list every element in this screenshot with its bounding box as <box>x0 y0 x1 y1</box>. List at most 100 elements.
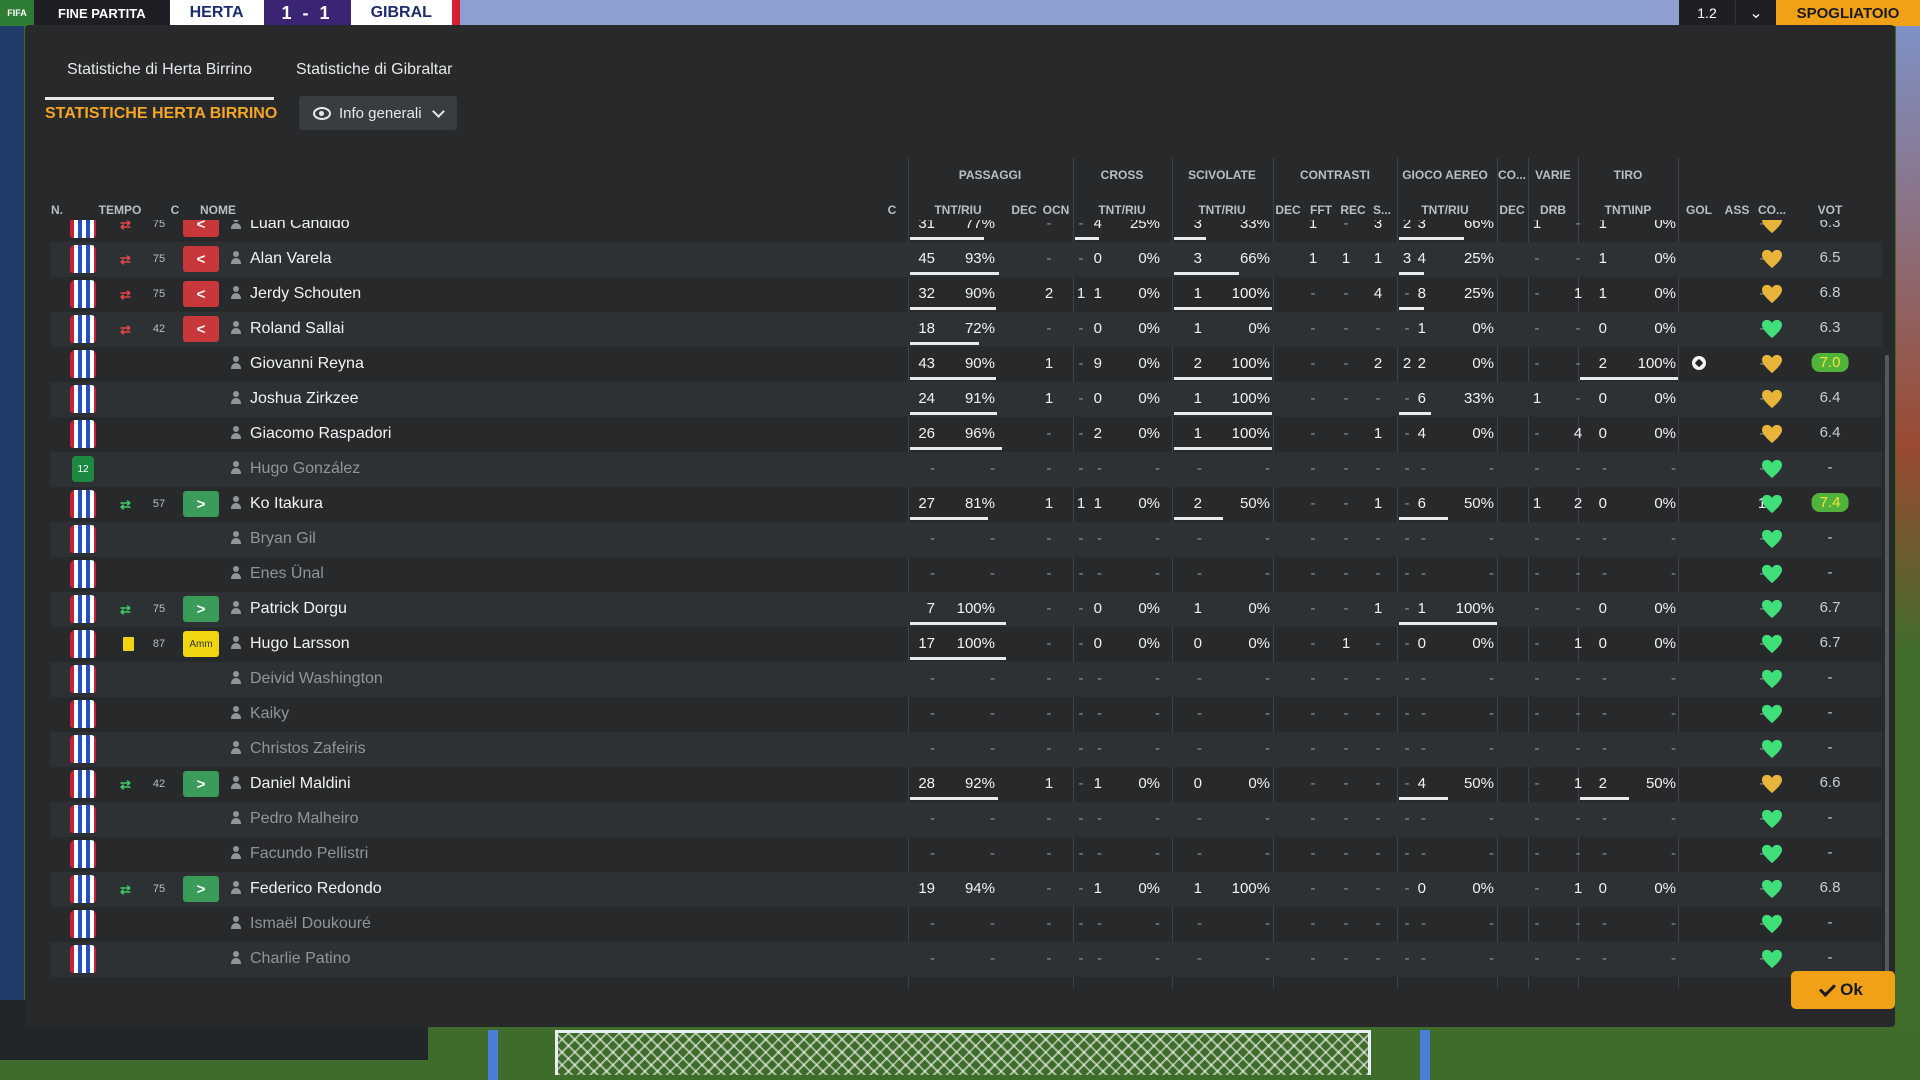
player-name[interactable]: Kaiky <box>250 705 289 723</box>
header-condition[interactable]: CO... <box>1758 203 1786 217</box>
table-row[interactable]: Facundo Pellistri - - - - - - - - - - - - - - - - - - - - <box>50 837 1882 872</box>
player-name[interactable]: Facundo Pellistri <box>250 845 368 863</box>
player-name[interactable]: Ismaël Doukouré <box>250 915 371 933</box>
header-vot[interactable]: VOT <box>1818 203 1843 217</box>
header-cross-tnt[interactable]: TNT/RIU <box>1098 203 1145 217</box>
subbed-off-badge[interactable]: < <box>183 281 219 307</box>
header-pass-dec[interactable]: DEC <box>1011 203 1036 217</box>
header-con-dec[interactable]: DEC <box>1275 203 1300 217</box>
header-tempo[interactable]: TEMPO <box>99 203 142 217</box>
stat-st: 1 <box>1193 285 1202 302</box>
header-c2[interactable]: C <box>888 203 897 217</box>
table-row[interactable]: ⇄ 75 < Jerdy Schouten 32 90% 2 1 1 0% 1 100% - -4-8 25… <box>50 277 1882 312</box>
player-name[interactable]: Roland Sallai <box>250 320 344 338</box>
player-name[interactable]: Daniel Maldini <box>250 775 351 793</box>
player-name[interactable]: Deivid Washington <box>250 670 383 688</box>
header-con-rec[interactable]: REC <box>1340 203 1365 217</box>
header-pass-tnt[interactable]: TNT/RIU <box>934 203 981 217</box>
header-c[interactable]: C <box>171 203 180 217</box>
player-name[interactable]: Alan Varela <box>250 250 332 268</box>
stat-k3: 1 <box>1373 495 1383 512</box>
stat-k4: - <box>1404 425 1410 442</box>
player-name[interactable]: Giovanni Reyna <box>250 355 364 373</box>
table-row[interactable]: Ismaël Doukouré - - - - - - - - - - - - - - - - - - - - <box>50 907 1882 942</box>
table-row[interactable]: ⇄ 42 < Roland Sallai 18 72% - -0 0% 1 0% - - - -1 0% - -0… <box>50 312 1882 347</box>
player-rating: - <box>1827 809 1833 826</box>
stat-cp: - <box>1155 950 1160 967</box>
header-ass[interactable]: ASS <box>1725 203 1750 217</box>
player-icon <box>230 566 242 580</box>
dressing-room-button[interactable]: SPOGLIATOIO <box>1776 0 1920 26</box>
stat-tp: - <box>1671 705 1676 722</box>
header-co-dec[interactable]: DEC <box>1499 203 1524 217</box>
team-shirt-icon <box>70 665 96 693</box>
table-row[interactable]: ⇄ 75 > Federico Redondo 19 94% - -1 0% 1 100% - - - -0… <box>50 872 1882 907</box>
player-name[interactable]: Charlie Patino <box>250 950 351 968</box>
subbed-off-badge[interactable]: < <box>183 316 219 342</box>
player-name[interactable]: Ko Itakura <box>250 495 323 513</box>
player-name[interactable]: Luan Cândido <box>250 220 350 233</box>
stat-ct: 4 <box>1093 220 1102 232</box>
player-name[interactable]: Hugo Larsson <box>250 635 350 653</box>
subbed-on-badge[interactable]: > <box>183 596 219 622</box>
tackle-success-bar <box>1174 412 1272 415</box>
stat-k1: - <box>1310 425 1316 442</box>
table-row[interactable]: Deivid Washington - - - - - - - - - - - - - - - - - - - - <box>50 662 1882 697</box>
stat-at: 2 <box>1417 355 1426 372</box>
table-row[interactable]: 87 Amm Hugo Larsson 17 100% - -0 0% 0 0% -1- -0 0% -1… <box>50 627 1882 662</box>
stat-sp: - <box>1265 530 1270 547</box>
header-aer-tnt[interactable]: TNT/RIU <box>1421 203 1468 217</box>
player-name[interactable]: Bryan Gil <box>250 530 316 548</box>
subbed-off-badge[interactable]: < <box>183 220 219 237</box>
collapse-button[interactable]: ⌄ <box>1735 0 1776 26</box>
stat-st: 3 <box>1193 250 1202 267</box>
table-row[interactable]: Bryan Gil - - - - - - - - - - - - - - - - - - - - <box>50 522 1882 557</box>
header-var-drb[interactable]: DRB <box>1540 203 1566 217</box>
stat-st: 1 <box>1193 320 1202 337</box>
table-row[interactable]: Christos Zafeiris - - - - - - - - - - - - - - - - - - - - <box>50 732 1882 767</box>
stat-k1: - <box>1310 635 1316 652</box>
header-tiro-tnt[interactable]: TNT\INP <box>1605 203 1652 217</box>
table-row[interactable]: ⇄ 57 > Ko Itakura 27 81% 1 1 1 0% 2 50% - -1-6 50% 1 2 0 0… <box>50 487 1882 522</box>
table-row[interactable]: Kaiky - - - - - - - - - - - - - - - - - - - - <box>50 697 1882 732</box>
table-row[interactable]: ⇄ 42 > Daniel Maldini 28 92% 1-1 0% 0 0% - - - -4 50% -… <box>50 767 1882 802</box>
table-row[interactable]: 12 Hugo González - - - - - - - - - - - - - - - - - - - - <box>50 452 1882 487</box>
subbed-on-badge[interactable]: > <box>183 876 219 902</box>
header-con-fft[interactable]: FFT <box>1310 203 1332 217</box>
header-gol[interactable]: GOL <box>1686 203 1712 217</box>
header-number[interactable]: N. <box>51 203 63 217</box>
ok-button[interactable]: Ok <box>1791 971 1895 1009</box>
booked-badge[interactable]: Amm <box>183 631 219 657</box>
header-pass-ocn[interactable]: OCN <box>1043 203 1070 217</box>
tab-gibraltar-stats[interactable]: Statistiche di Gibraltar <box>274 61 475 97</box>
subbed-on-badge[interactable]: > <box>183 771 219 797</box>
table-row[interactable]: ⇄ 75 > Patrick Dorgu 7 100% - -0 0% 1 0% - -1-1 100% -… <box>50 592 1882 627</box>
header-sciv-tnt[interactable]: TNT/RIU <box>1198 203 1245 217</box>
table-row[interactable]: Giacomo Raspadori 26 96% - -2 0% 1 100% - -1-4 0% -… <box>50 417 1882 452</box>
header-con-s[interactable]: S... <box>1373 203 1391 217</box>
table-row[interactable]: Joshua Zirkzee 24 91% 1-0 0% 1 100% - - - -6 33% 1-0… <box>50 382 1882 417</box>
player-name[interactable]: Enes Ünal <box>250 565 324 583</box>
player-name[interactable]: Hugo González <box>250 460 360 478</box>
header-nome[interactable]: NOME <box>200 203 236 217</box>
speed-indicator[interactable]: 1.2 <box>1679 0 1735 26</box>
table-row[interactable]: ⇄ 75 < Luan Cândido 31 77% - -4 25% 3 33% 1-3 2 3 66% 1… <box>50 220 1882 242</box>
tab-herta-stats[interactable]: Statistiche di Herta Birrino <box>45 61 274 100</box>
player-name[interactable]: Patrick Dorgu <box>250 600 347 618</box>
player-name[interactable]: Joshua Zirkzee <box>250 390 359 408</box>
player-name[interactable]: Giacomo Raspadori <box>250 425 391 443</box>
subbed-off-badge[interactable]: < <box>183 246 219 272</box>
player-name[interactable]: Christos Zafeiris <box>250 740 366 758</box>
subbed-on-badge[interactable]: > <box>183 491 219 517</box>
table-row[interactable]: Charlie Patino - - - - - - - - - - - - - - - - - - - - <box>50 942 1882 977</box>
table-scrollbar[interactable] <box>1885 355 1889 983</box>
table-row[interactable]: ⇄ 75 < Alan Varela 45 93% - -0 0% 3 66% 1 1 1 3 4 25% - -1… <box>50 242 1882 277</box>
table-row[interactable]: Pedro Malheiro - - - - - - - - - - - - - - - - - - - - <box>50 802 1882 837</box>
stat-k2: - <box>1343 565 1349 582</box>
table-row[interactable]: Enes Ünal - - - - - - - - - - - - - - - - - - - - <box>50 557 1882 592</box>
player-name[interactable]: Pedro Malheiro <box>250 810 359 828</box>
table-row[interactable]: Giovanni Reyna 43 90% 1-9 0% 2 100% - -2 2 2 0% - -2 1… <box>50 347 1882 382</box>
view-dropdown[interactable]: Info generali <box>299 96 457 130</box>
player-name[interactable]: Federico Redondo <box>250 880 382 898</box>
player-name[interactable]: Jerdy Schouten <box>250 285 361 303</box>
